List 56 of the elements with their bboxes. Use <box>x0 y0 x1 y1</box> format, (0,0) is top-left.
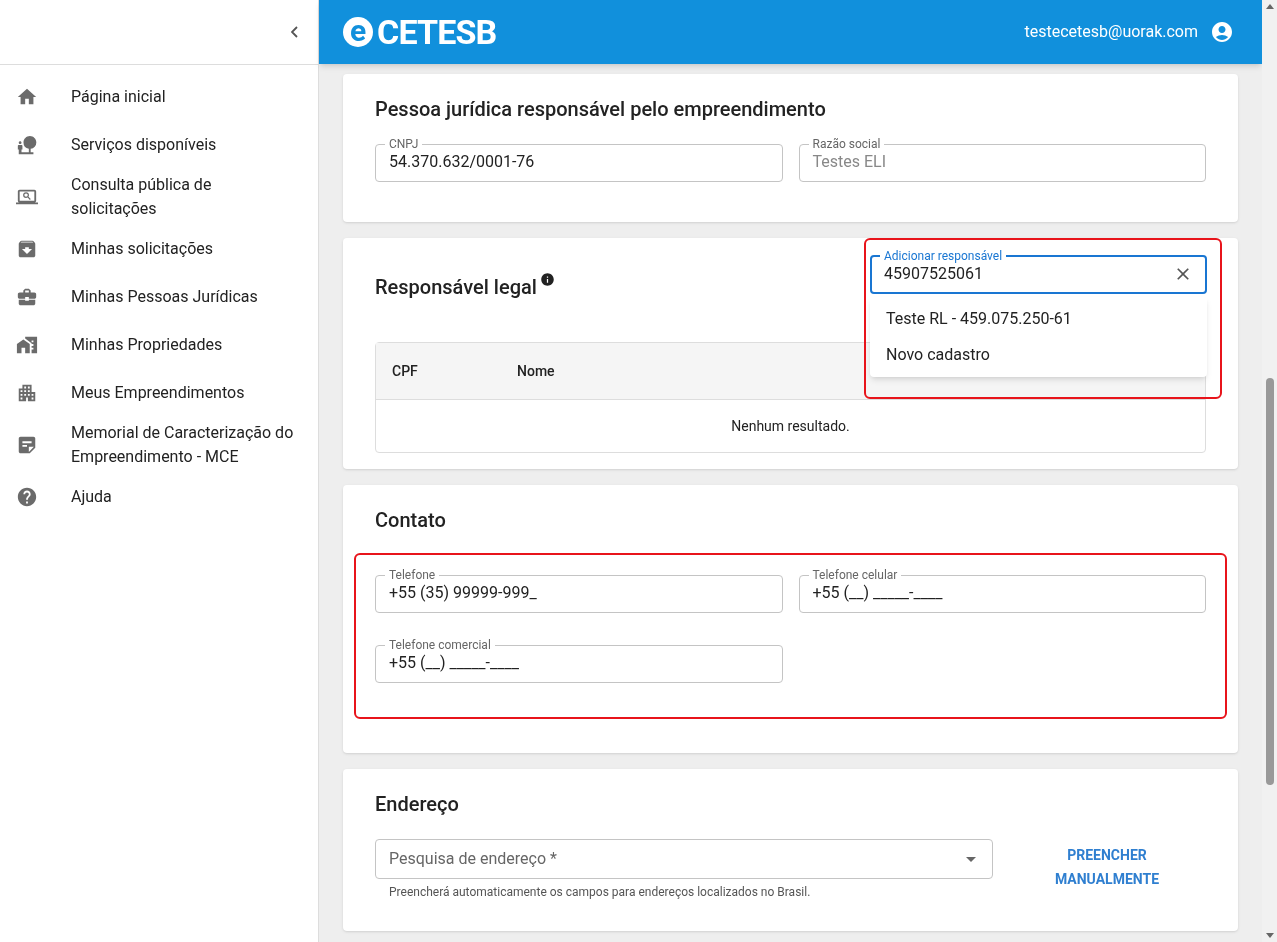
dropdown-icon <box>966 856 976 862</box>
scroll-down-icon[interactable] <box>1265 933 1274 938</box>
briefcase-icon <box>16 286 38 308</box>
field-label: Razão social <box>811 137 882 151</box>
buildings-icon <box>16 382 38 404</box>
scrollbar-thumb[interactable] <box>1265 378 1274 785</box>
help-icon <box>16 486 38 508</box>
section-title: Endereço <box>375 791 460 818</box>
nav-item[interactable]: Meus Empreendimentos <box>0 369 318 417</box>
note-icon <box>16 434 38 456</box>
field-label: Telefone comercial <box>388 638 492 652</box>
empty-message: Nenhum resultado. <box>731 416 850 436</box>
field-value: 54.370.632/0001-76 <box>389 151 536 173</box>
field-label: Adicionar responsável <box>883 249 1004 263</box>
field-value: Testes ELI <box>812 151 888 173</box>
text-field[interactable]: CNPJ 54.370.632/0001-76 <box>375 137 783 182</box>
text-field[interactable]: Telefone +55 (35) 99999-999_ <box>375 568 783 613</box>
nav-item[interactable]: Minhas solicitações <box>0 225 318 273</box>
field-value: +55 (__) _____-____ <box>812 582 944 604</box>
field-value: +55 (35) 99999-999_ <box>389 582 538 604</box>
scroll-up-icon[interactable] <box>1265 4 1274 9</box>
nav-item[interactable]: Página inicial <box>0 73 318 121</box>
column-header[interactable]: CPF <box>392 360 517 382</box>
user-email: testecetesb@uorak.com <box>1024 21 1198 43</box>
fill-manually-button[interactable]: PREENCHER MANUALMENTE <box>1047 843 1167 891</box>
collapse-button[interactable] <box>291 26 298 38</box>
field-value: 45907525061 <box>884 263 983 285</box>
menu-option[interactable]: Novo cadastro <box>870 337 1207 373</box>
nav-item[interactable]: Serviços disponíveis <box>0 121 318 169</box>
account-icon[interactable] <box>1210 20 1234 44</box>
column-header[interactable]: Nome <box>517 360 555 382</box>
text-field[interactable]: Telefone comercial +55 (__) _____-____ <box>375 638 783 683</box>
nav-item[interactable]: Minhas Pessoas Jurídicas <box>0 273 318 321</box>
archive-icon <box>16 238 38 260</box>
field-placeholder: Pesquisa de endereço * <box>389 848 557 870</box>
nav-item[interactable]: Consulta pública de solicitações <box>0 169 318 225</box>
field-value: +55 (__) _____-____ <box>389 652 520 674</box>
nav-item[interactable]: Ajuda <box>0 473 318 521</box>
chevron-left-icon <box>291 26 298 38</box>
menu-option[interactable]: Teste RL - 459.075.250-61 <box>870 301 1207 337</box>
house-building-icon <box>16 334 38 356</box>
address-select[interactable]: Pesquisa de endereço * <box>375 839 993 879</box>
nav-item[interactable]: Minhas Propriedades <box>0 321 318 369</box>
section-title: Responsável legal <box>375 274 537 301</box>
person-tree-icon <box>16 134 38 156</box>
nav-item[interactable]: Memorial de Caracterização do Empreendimento - MCE <box>0 417 318 473</box>
field-label: CNPJ <box>388 137 420 151</box>
text-field[interactable]: Telefone celular +55 (__) _____-____ <box>798 568 1206 613</box>
logo: e CETESB <box>343 15 497 49</box>
section-title: Contato <box>375 507 447 534</box>
field-label: Telefone <box>388 568 437 582</box>
autocomplete-field[interactable]: Adicionar responsável 45907525061 <box>870 249 1207 294</box>
field-label: Telefone celular <box>811 568 899 582</box>
section-title: Pessoa jurídica responsável pelo empreendimento <box>375 96 827 123</box>
helper-text: Preencherá automaticamente os campos para endereços localizados no Brasil. <box>389 884 812 901</box>
info-icon[interactable] <box>539 272 555 287</box>
